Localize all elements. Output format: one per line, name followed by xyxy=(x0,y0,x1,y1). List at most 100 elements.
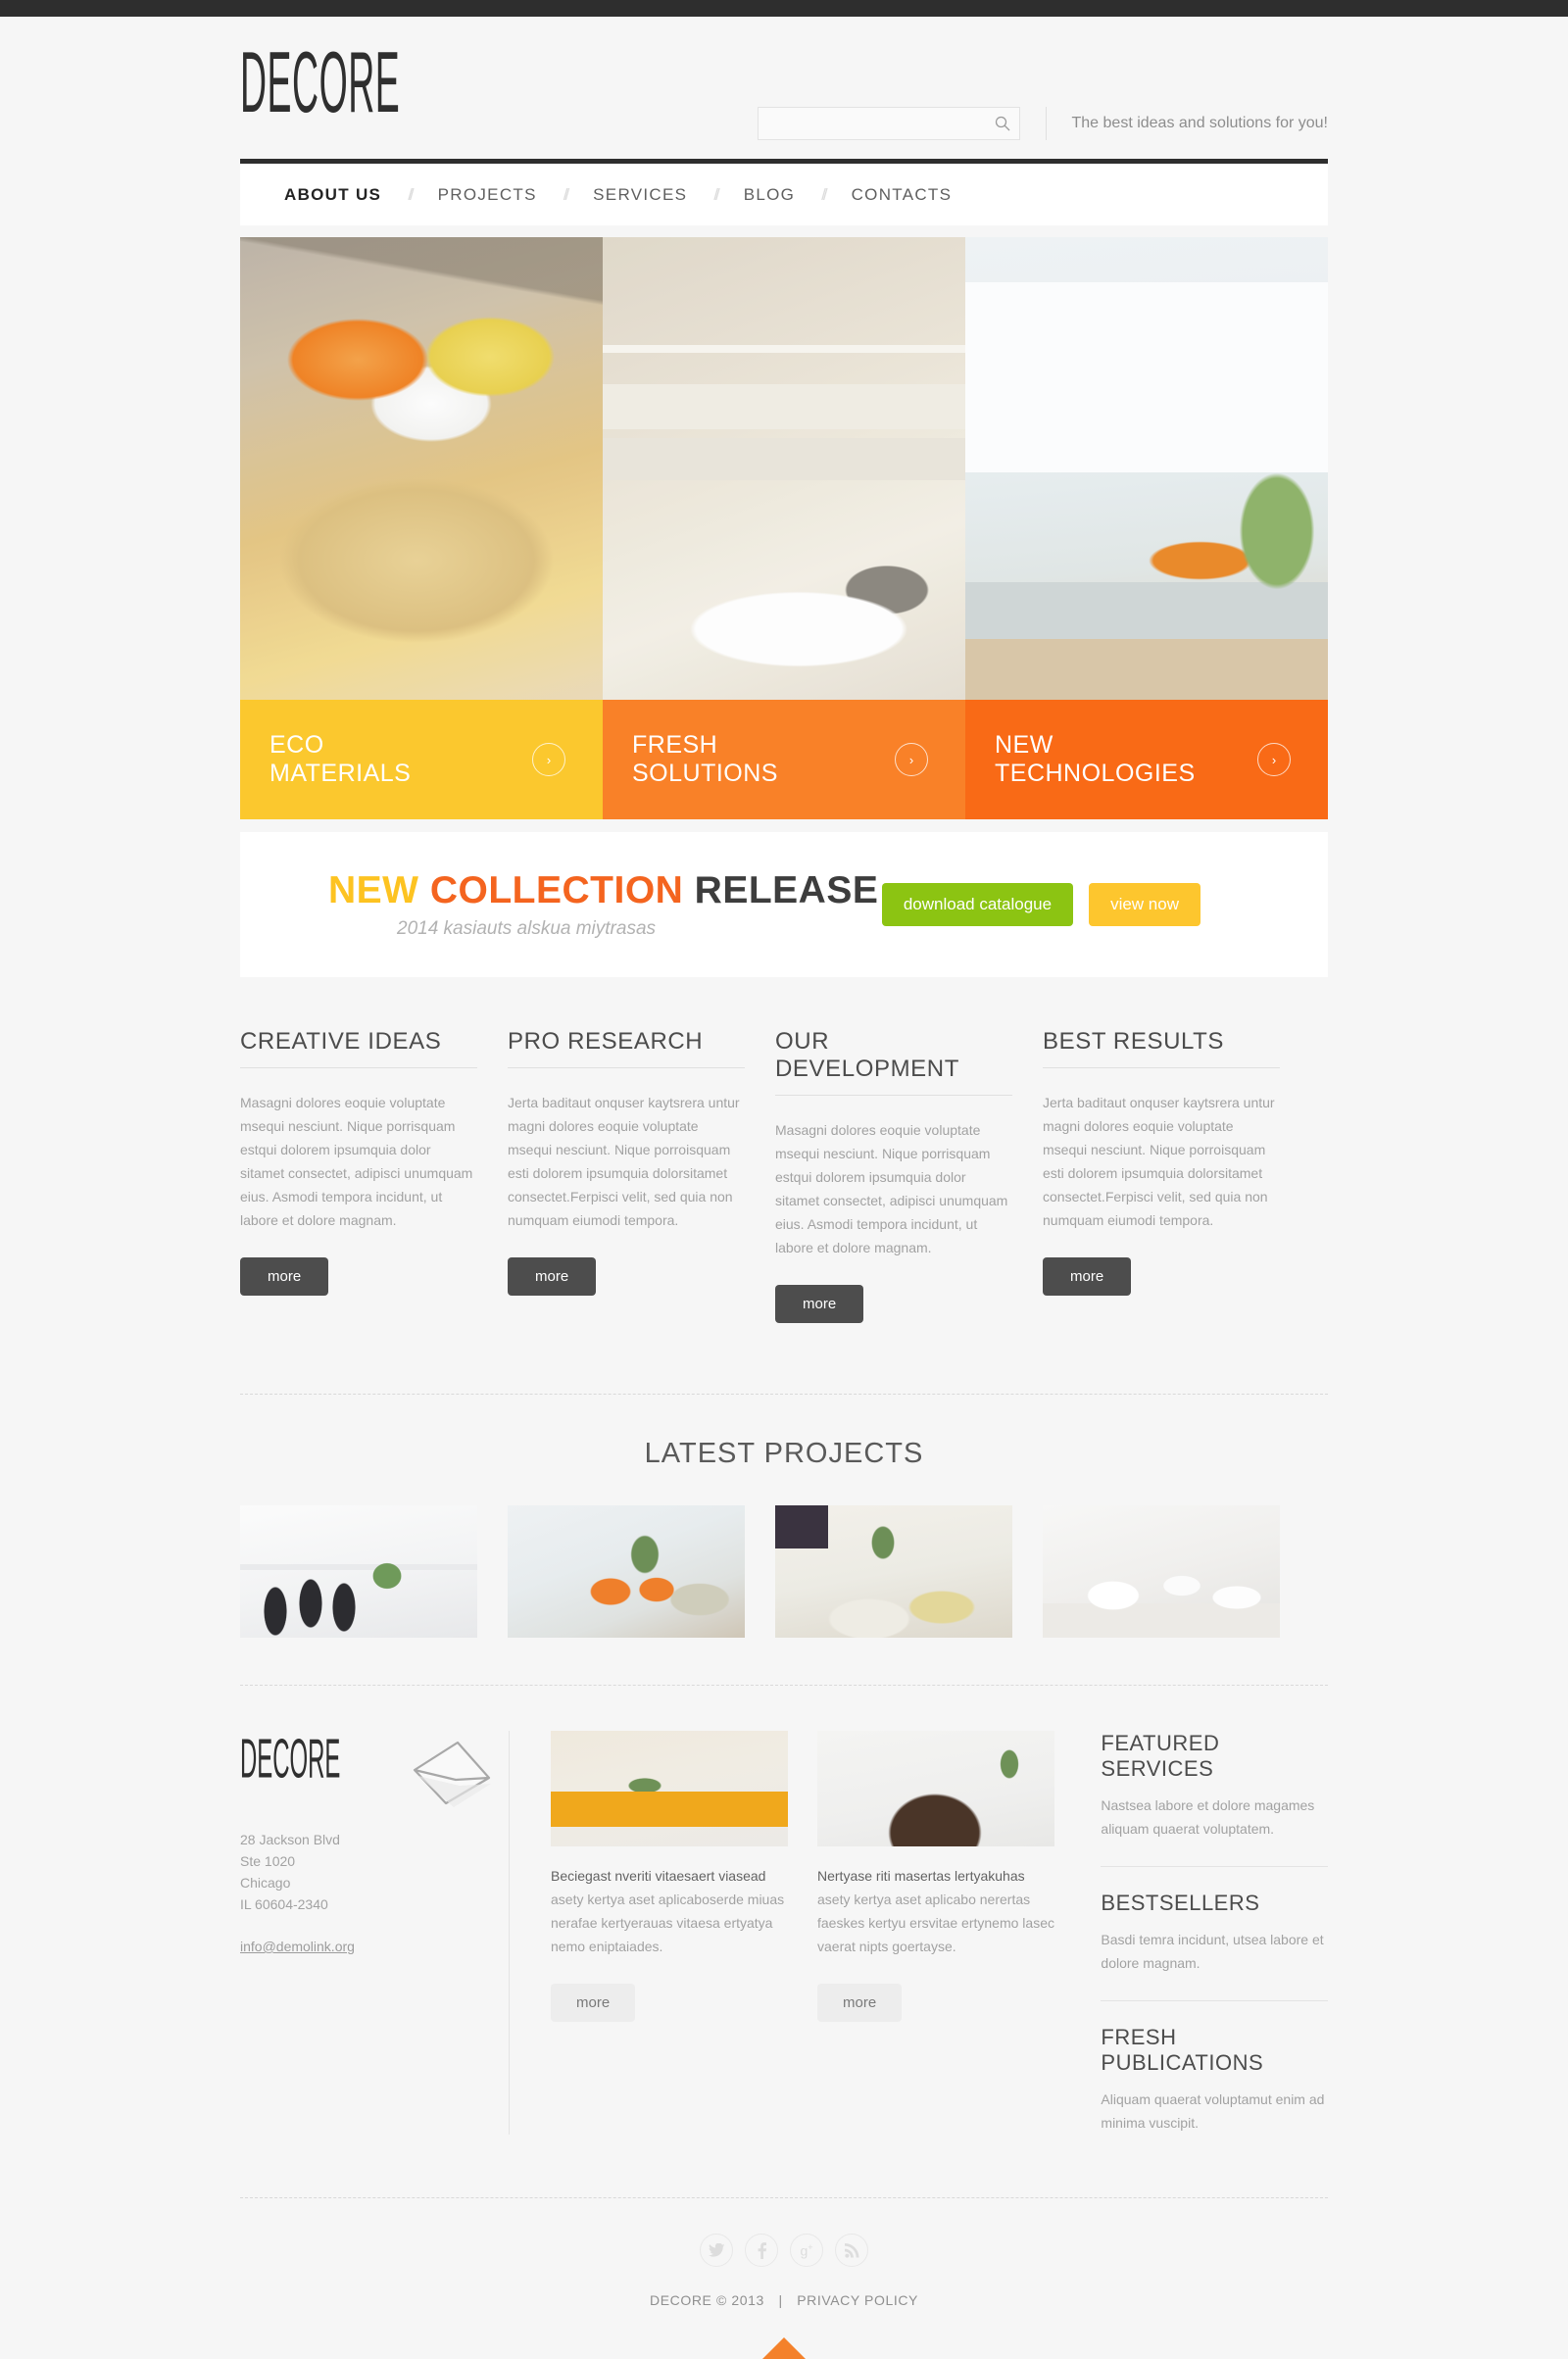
project-thumbnail[interactable] xyxy=(240,1505,477,1638)
footer-block-body: Aliquam quaerat voluptamut enim ad minim… xyxy=(1101,2091,1325,2131)
top-dark-bar xyxy=(0,0,1568,17)
more-button[interactable]: more xyxy=(551,1984,636,2022)
project-thumbnail[interactable] xyxy=(1043,1505,1280,1638)
envelope-icon xyxy=(405,1737,499,1814)
hero-caption-new-technologies[interactable]: NEW TECHNOLOGIES › xyxy=(965,700,1328,819)
footer-block-title-fresh-publications: FRESH PUBLICATIONS xyxy=(1101,2025,1264,2075)
chevron-right-icon[interactable]: › xyxy=(532,743,565,776)
nav-item-services[interactable]: SERVICES xyxy=(593,185,687,205)
nav-separator: // xyxy=(408,184,415,204)
feature-column-creative-ideas: CREATIVE IDEAS Masagni dolores eoquie vo… xyxy=(240,1028,477,1323)
footer-logo[interactable]: DECORE xyxy=(240,1731,343,1786)
hero-caption-line1: NEW xyxy=(995,731,1054,759)
footer-post-lead: Beciegast nveriti vitaesaert viasead xyxy=(551,1868,766,1884)
footer-post-image[interactable] xyxy=(817,1731,1054,1846)
nav-separator: // xyxy=(821,184,828,204)
google-plus-icon[interactable]: g+ xyxy=(790,2234,823,2267)
facebook-icon[interactable] xyxy=(745,2234,778,2267)
footer-block-body: Basdi temra incidunt, utsea labore et do… xyxy=(1101,1932,1324,1971)
feature-body: Jerta baditaut onquser kaytsrera untur m… xyxy=(1043,1095,1275,1228)
back-to-top-icon[interactable] xyxy=(762,2337,806,2359)
more-button[interactable]: more xyxy=(508,1257,597,1296)
promo-word-collection: COLLECTION xyxy=(429,869,684,911)
more-button[interactable]: more xyxy=(775,1285,864,1323)
footer-block-divider xyxy=(1101,2000,1328,2001)
search-icon[interactable] xyxy=(994,115,1011,132)
project-thumbnail[interactable] xyxy=(775,1505,1012,1638)
hero-caption-line2: MATERIALS xyxy=(270,760,412,787)
hero-image-fresh-solutions xyxy=(603,237,965,700)
rss-icon[interactable] xyxy=(835,2234,868,2267)
site-header: DECORE The best ideas and solutions for … xyxy=(240,17,1328,159)
hero-image-eco-materials xyxy=(240,237,603,700)
twitter-icon[interactable] xyxy=(700,2234,733,2267)
page-container: DECORE The best ideas and solutions for … xyxy=(240,17,1328,2359)
download-catalogue-button[interactable]: download catalogue xyxy=(881,883,1074,926)
social-links: g+ xyxy=(240,2234,1328,2267)
feature-title: PRO RESEARCH xyxy=(508,1028,704,1055)
privacy-policy-link[interactable]: PRIVACY POLICY xyxy=(797,2292,918,2308)
footer-post-body: asety kertya aset aplicabo nerertas faes… xyxy=(817,1892,1054,1954)
footer-block-title-bestsellers: BESTSELLERS xyxy=(1101,1891,1260,1915)
promo-word-new: NEW xyxy=(328,869,419,911)
feature-rule xyxy=(1043,1067,1280,1068)
hero-caption-line1: ECO xyxy=(270,731,324,759)
site-logo[interactable]: DECORE xyxy=(240,40,400,126)
footer-columns: DECORE 28 Jackson Blvd Ste 1020 Chicago … xyxy=(240,1731,1328,2135)
more-button[interactable]: more xyxy=(1043,1257,1132,1296)
footer-post-image[interactable] xyxy=(551,1731,788,1846)
search-input[interactable] xyxy=(765,116,994,131)
feature-column-our-development: OUR DEVELOPMENT Masagni dolores eoquie v… xyxy=(775,1028,1012,1323)
footer-post: Beciegast nveriti vitaesaert viasead ase… xyxy=(551,1731,788,2135)
feature-title: OUR DEVELOPMENT xyxy=(775,1028,959,1082)
hero-slide-fresh-solutions[interactable]: FRESH SOLUTIONS › xyxy=(603,237,965,819)
copyright-text: DECORE © 2013 xyxy=(650,2292,764,2308)
nav-item-about-us[interactable]: ABOUT US xyxy=(284,185,381,205)
copyright-separator: | xyxy=(778,2292,783,2308)
hero-caption-line2: TECHNOLOGIES xyxy=(995,760,1196,787)
project-thumbnail[interactable] xyxy=(508,1505,745,1638)
hero-caption-line1: FRESH xyxy=(632,731,718,759)
feature-body: Masagni dolores eoquie voluptate msequi … xyxy=(775,1122,1008,1255)
footer-divider xyxy=(240,2197,1328,2198)
more-button[interactable]: more xyxy=(240,1257,329,1296)
promo-buttons: download catalogue view now xyxy=(881,883,1200,926)
footer-posts: Beciegast nveriti vitaesaert viasead ase… xyxy=(551,1731,1059,2135)
hero-slide-eco-materials[interactable]: ECO MATERIALS › xyxy=(240,237,603,819)
chevron-right-icon[interactable]: › xyxy=(1257,743,1291,776)
footer-info-blocks: FEATURED SERVICES Nastsea labore et dolo… xyxy=(1101,1731,1328,2135)
nav-item-projects[interactable]: PROJECTS xyxy=(438,185,537,205)
footer-post-lead: Nertyase riti masertas lertyakuhas xyxy=(817,1868,1025,1884)
feature-body: Masagni dolores eoquie voluptate msequi … xyxy=(240,1095,473,1228)
feature-column-best-results: BEST RESULTS Jerta baditaut onquser kayt… xyxy=(1043,1028,1280,1323)
feature-title: BEST RESULTS xyxy=(1043,1028,1225,1055)
latest-projects-title: LATEST PROJECTS xyxy=(644,1438,924,1469)
view-now-button[interactable]: view now xyxy=(1089,883,1200,926)
feature-body: Jerta baditaut onquser kaytsrera untur m… xyxy=(508,1095,740,1228)
promo-banner: NEW COLLECTION RELEASE 2014 kasiauts als… xyxy=(240,832,1328,977)
chevron-right-icon[interactable]: › xyxy=(895,743,928,776)
hero-slide-new-technologies[interactable]: NEW TECHNOLOGIES › xyxy=(965,237,1328,819)
hero-caption-eco-materials[interactable]: ECO MATERIALS › xyxy=(240,700,603,819)
address-line-3: Chicago xyxy=(240,1875,291,1891)
promo-text: NEW COLLECTION RELEASE 2014 kasiauts als… xyxy=(291,869,882,940)
copyright-bar: DECORE © 2013 | PRIVACY POLICY xyxy=(240,2292,1328,2308)
nav-separator: // xyxy=(713,184,720,204)
main-navigation: ABOUT US // PROJECTS // SERVICES // BLOG… xyxy=(240,164,1328,225)
more-button[interactable]: more xyxy=(817,1984,903,2022)
hero-caption-fresh-solutions[interactable]: FRESH SOLUTIONS › xyxy=(603,700,965,819)
site-tagline: The best ideas and solutions for you! xyxy=(1071,115,1329,131)
header-utilities: The best ideas and solutions for you! xyxy=(757,107,1329,140)
feature-title: CREATIVE IDEAS xyxy=(240,1028,442,1055)
search-box[interactable] xyxy=(757,107,1020,140)
footer-vertical-divider xyxy=(509,1731,510,2135)
footer-contact-block: DECORE 28 Jackson Blvd Ste 1020 Chicago … xyxy=(240,1731,491,2135)
nav-separator: // xyxy=(563,184,570,204)
nav-item-blog[interactable]: BLOG xyxy=(744,185,795,205)
footer-block-body: Nastsea labore et dolore magames aliquam… xyxy=(1101,1797,1315,1837)
footer-post: Nertyase riti masertas lertyakuhas asety… xyxy=(817,1731,1054,2135)
email-link[interactable]: info@demolink.org xyxy=(240,1939,355,1954)
feature-column-pro-research: PRO RESEARCH Jerta baditaut onquser kayt… xyxy=(508,1028,745,1323)
nav-item-contacts[interactable]: CONTACTS xyxy=(852,185,953,205)
section-divider xyxy=(240,1394,1328,1395)
